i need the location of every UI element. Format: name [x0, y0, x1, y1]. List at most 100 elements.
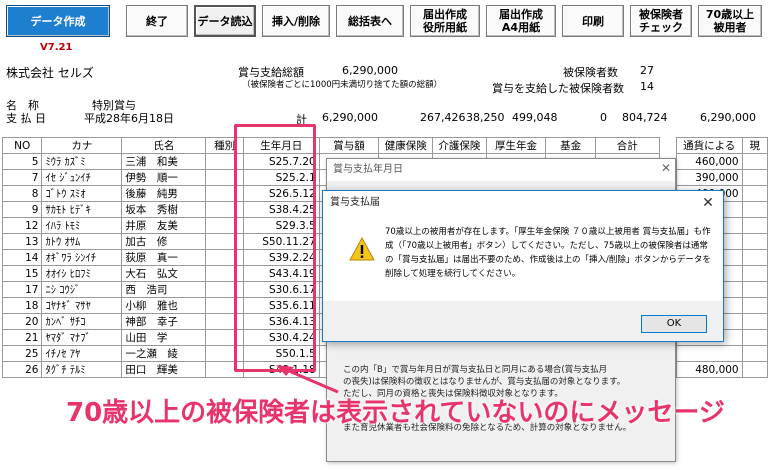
cell-no[interactable]: 7: [1, 169, 43, 186]
sum-fund: 0: [600, 111, 607, 124]
cell-kana[interactable]: ﾔﾏﾀﾞ ﾏﾅﾌﾞ: [41, 329, 123, 346]
cell-extra: [741, 313, 768, 330]
cell-name[interactable]: 荻原 真一: [121, 249, 207, 266]
insured-check-button[interactable]: 被保険者 チェック: [630, 5, 692, 37]
ok-button[interactable]: OK: [641, 315, 707, 333]
form-office-paper-button[interactable]: 届出作成 役所用紙: [410, 5, 480, 37]
cell-no[interactable]: 9: [1, 201, 43, 218]
cell-no[interactable]: 13: [1, 233, 43, 250]
cell-kana[interactable]: ｲｾ ｼﾞｭﾝｲﾁ: [41, 169, 123, 186]
dialog-title-bar: 賞与支払届 ✕: [323, 191, 723, 215]
data-load-button[interactable]: データ読込: [194, 5, 256, 37]
sum-health: 267,426: [420, 111, 466, 124]
cell-extra: [741, 345, 768, 362]
cell-kana[interactable]: ｶﾝﾍﾞ ｻﾁｺ: [41, 313, 123, 330]
cell-extra: [741, 297, 768, 314]
col-kana: カナ: [41, 137, 123, 154]
col-health: 健康保険: [378, 137, 434, 154]
cell-name[interactable]: 田口 輝美: [121, 361, 207, 378]
cell-no[interactable]: 15: [1, 265, 43, 282]
exit-button[interactable]: 終了: [126, 5, 188, 37]
warning-icon: [349, 237, 375, 261]
cell-no[interactable]: 21: [1, 329, 43, 346]
cell-extra: [741, 329, 768, 346]
close-icon[interactable]: ✕: [661, 161, 671, 175]
cell-name[interactable]: 一之瀬 綾: [121, 345, 207, 362]
cell-extra: [741, 249, 768, 266]
sum-bonus: 6,290,000: [322, 111, 378, 124]
cell-kana[interactable]: ｺﾔﾅｷﾞ ﾏｻﾔ: [41, 297, 123, 314]
cell-no[interactable]: 12: [1, 217, 43, 234]
cell-extra: [741, 153, 768, 170]
cell-no[interactable]: 26: [1, 361, 43, 378]
cell-kana[interactable]: ｺﾞﾄｳ ｽﾐｵ: [41, 185, 123, 202]
cell-no[interactable]: 5: [1, 153, 43, 170]
cell-name[interactable]: 伊勢 順一: [121, 169, 207, 186]
cell-no[interactable]: 14: [1, 249, 43, 266]
insert-delete-button[interactable]: 挿入/削除: [262, 5, 330, 37]
form-a4-paper-button[interactable]: 届出作成 A4用紙: [486, 5, 556, 37]
col-fund: 基金: [545, 137, 596, 154]
cell-name[interactable]: 神部 幸子: [121, 313, 207, 330]
close-icon[interactable]: ✕: [693, 191, 723, 215]
sum-total: 804,724: [622, 111, 668, 124]
cell-name[interactable]: 坂本 秀樹: [121, 201, 207, 218]
cell-extra: [741, 185, 768, 202]
cell-name[interactable]: 山田 学: [121, 329, 207, 346]
over70-employee-button[interactable]: 70歳以上 被用者: [698, 5, 762, 37]
cell-kana[interactable]: ﾐｳﾗ ｶｽﾞﾐ: [41, 153, 123, 170]
total-value: 6,290,000: [342, 64, 398, 77]
cell-extra: [741, 233, 768, 250]
insured-count: 27: [640, 64, 654, 77]
cell-no[interactable]: 20: [1, 313, 43, 330]
note-line: の喪失)は保険料の徴収とはなりませんが、賞与支払届の対象となります。: [343, 377, 626, 387]
cell-name[interactable]: 大石 弘文: [121, 265, 207, 282]
cell-currency[interactable]: [675, 345, 743, 362]
data-create-button[interactable]: データ作成: [6, 5, 110, 37]
col-extra: 現: [741, 137, 768, 154]
cell-kana[interactable]: ｶﾄｳ ｵｻﾑ: [41, 233, 123, 250]
col-bonus: 賞与額: [318, 137, 380, 154]
payment-date-window-title: 賞与支払年月日: [327, 159, 675, 181]
total-note: （被保険者ごとに1000円未満切り捨てた額の総額）: [242, 80, 443, 90]
col-currency: 通貨による: [675, 137, 743, 154]
cell-name[interactable]: 三浦 和美: [121, 153, 207, 170]
bonus-paid-label: 賞与を支給した被保険者数: [492, 82, 624, 95]
cell-kana[interactable]: ﾀｸﾞﾁ ﾃﾙﾐ: [41, 361, 123, 378]
col-care: 介護保険: [432, 137, 487, 154]
cell-currency[interactable]: 390,000: [675, 169, 743, 186]
cell-kana[interactable]: ﾆｼ ｺｳｼﾞ: [41, 281, 123, 298]
cell-no[interactable]: 25: [1, 345, 43, 362]
col-name: 氏名: [121, 137, 207, 154]
cell-kana[interactable]: ｵｷﾞﾜﾗ ｼﾝｲﾁ: [41, 249, 123, 266]
cell-kana[interactable]: ｲﾊﾗ ﾄﾓﾐ: [41, 217, 123, 234]
arrow-icon: [276, 365, 339, 394]
cell-name[interactable]: 井原 友美: [121, 217, 207, 234]
payday-value: 平成28年6月18日: [84, 112, 174, 125]
cell-no[interactable]: 18: [1, 297, 43, 314]
cell-currency[interactable]: 480,000: [675, 361, 743, 378]
cell-name[interactable]: 小柳 雅也: [121, 297, 207, 314]
dialog-title: 賞与支払届: [330, 197, 380, 208]
sum-pension: 499,048: [512, 111, 558, 124]
cell-extra: [741, 217, 768, 234]
note-line: この内「B」で賞与年月日が賞与支払日と同月にある場合(賞与支払月: [343, 365, 608, 375]
cell-extra: [741, 265, 768, 282]
cell-kana[interactable]: ｲﾁﾉｾ ｱﾔ: [41, 345, 123, 362]
cell-name[interactable]: 加古 修: [121, 233, 207, 250]
print-button[interactable]: 印刷: [562, 5, 624, 37]
dialog-body: 70歳以上の被用者が存在します。「厚生年金保険 ７０歳以上被用者 賞与支払届」も…: [323, 215, 723, 301]
cell-extra: [741, 201, 768, 218]
cell-kana[interactable]: ｻｶﾓﾄ ﾋﾃﾞｷ: [41, 201, 123, 218]
cell-name[interactable]: 後藤 純男: [121, 185, 207, 202]
col-no: NO: [1, 137, 43, 154]
annotation-caption: 70歳以上の被保険者は表示されていないのにメッセージ: [66, 398, 725, 428]
version-label: V7.21: [40, 42, 73, 53]
cell-kana[interactable]: ｵｵｲｼ ﾋﾛﾌﾐ: [41, 265, 123, 282]
cell-name[interactable]: 西 浩司: [121, 281, 207, 298]
summary-button[interactable]: 総括表へ: [336, 5, 404, 37]
cell-no[interactable]: 17: [1, 281, 43, 298]
insured-count-label: 被保険者数: [563, 66, 618, 79]
cell-no[interactable]: 8: [1, 185, 43, 202]
cell-currency[interactable]: 460,000: [675, 153, 743, 170]
